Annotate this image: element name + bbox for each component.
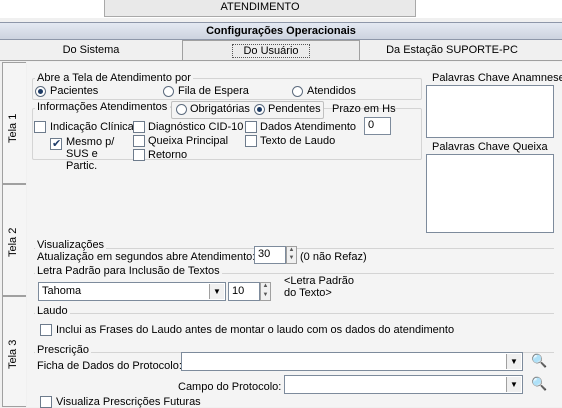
tab-do-usuario[interactable]: Do Usuário [182,40,360,60]
campo-label: Campo do Protocolo: [178,381,282,393]
ficha-label: Ficha de Dados do Protocolo: [37,360,182,372]
radio-pendentes[interactable] [254,104,265,115]
radio-obrigatorias[interactable] [176,104,187,115]
chevron-down-icon[interactable]: ▼ [209,284,224,299]
side-tab-tela-1[interactable]: Tela 1 [2,62,26,184]
visualizacoes-legend: Visualizações [35,239,107,251]
prazo-input[interactable]: 0 [364,117,391,135]
palavras-anamnese-input[interactable] [426,85,554,138]
radio-fila-espera[interactable] [163,86,174,97]
page-title: Configurações Operacionais [0,22,562,40]
chk-indicacao-clinica-label: Indicação Clínica [50,121,134,133]
campo-select[interactable]: ▼ [284,375,523,394]
chk-queixa-label: Queixa Principal [148,135,229,147]
chk-visualiza-futuras-label: Visualiza Prescrições Futuras [56,396,201,408]
radio-fila-espera-label: Fila de Espera [178,85,249,97]
radio-pacientes[interactable] [35,86,46,97]
letra-preview: <Letra Padrão do Texto> [284,275,355,299]
atualizacao-input[interactable]: 30 [254,246,286,264]
laudo-legend: Laudo [35,305,70,317]
radio-obrigatorias-label: Obrigatórias [190,103,250,115]
chk-texto-laudo[interactable] [245,135,257,147]
chk-mesmo-sus[interactable] [50,137,62,150]
search-icon[interactable]: 🔍 [531,353,547,369]
atualizacao-spinner[interactable]: ▲ ▼ [286,246,297,264]
chk-retorno-label: Retorno [148,149,188,161]
palavras-queixa-input[interactable] [426,154,554,233]
prazo-label: Prazo em Hs [332,103,396,115]
chk-diagnostico-label: Diagnóstico CID-10 [148,121,244,133]
side-tab-tela-3[interactable]: Tela 3 [2,296,26,407]
chk-inclui-frases-label: Inclui as Frases do Laudo antes de monta… [56,324,455,336]
chk-indicacao-clinica[interactable] [34,121,46,133]
font-select-value: Tahoma [42,285,82,297]
chevron-down-icon[interactable]: ▼ [506,354,521,369]
side-tab-tela-2[interactable]: Tela 2 [2,184,26,296]
chk-dados-atendimento[interactable] [245,121,257,133]
palavras-queixa-label: Palavras Chave Queixa [432,141,548,153]
radio-atendidos[interactable] [292,86,303,97]
ficha-select[interactable]: ▼ [181,352,523,371]
search-icon[interactable]: 🔍 [531,376,547,392]
chk-retorno[interactable] [133,149,145,161]
chk-mesmo-sus-label: Mesmo p/ SUS e Partic. [66,136,115,172]
font-size-spinner[interactable]: ▲ ▼ [260,282,271,301]
abre-tela-legend: Abre a Tela de Atendimento por [35,72,193,84]
palavras-anamnese-label: Palavras Chave Anamnese [432,72,562,84]
font-size-input[interactable]: 10 [228,282,260,301]
chk-diagnostico[interactable] [133,121,145,133]
tab-da-estacao[interactable]: Da Estação SUPORTE-PC [362,40,542,60]
nao-refaz-note: (0 não Refaz) [300,251,367,263]
chk-texto-laudo-label: Texto de Laudo [260,135,336,147]
chk-dados-atendimento-label: Dados Atendimento [260,121,357,133]
atualizacao-label: Atualização em segundos abre Atendimento… [37,251,256,263]
radio-atendidos-label: Atendidos [307,85,356,97]
chevron-down-icon[interactable]: ▼ [506,377,521,392]
chk-queixa[interactable] [133,135,145,147]
tab-do-sistema[interactable]: Do Sistema [2,40,180,60]
letra-legend: Letra Padrão para Inclusão de Textos [35,265,222,277]
font-select[interactable]: Tahoma ▼ [38,282,226,301]
laudo-line [34,313,554,314]
radio-pendentes-label: Pendentes [268,103,321,115]
info-atend-legend: Informações Atendimentos - [35,101,176,113]
chk-inclui-frases[interactable] [40,324,52,336]
chk-visualiza-futuras[interactable] [40,396,52,408]
window-tab-atendimento[interactable]: ATENDIMENTO [104,0,416,17]
radio-pacientes-label: Pacientes [50,85,99,97]
prescricao-legend: Prescrição [35,344,91,356]
